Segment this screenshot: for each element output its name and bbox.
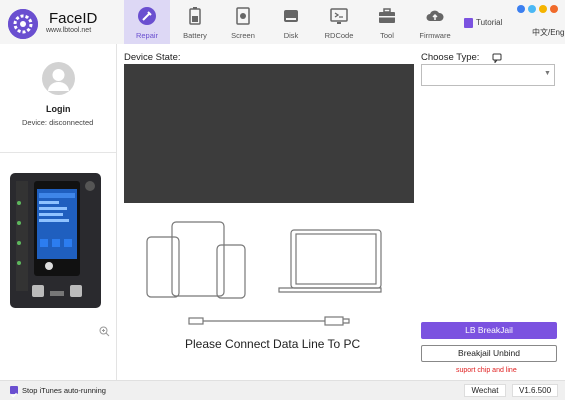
tab-screen[interactable]: Screen <box>220 0 266 44</box>
programmer-device-image <box>10 173 101 308</box>
device-state-label: Device State: <box>124 52 181 63</box>
screen-icon <box>236 7 250 25</box>
app-name: FaceID <box>49 10 98 27</box>
app-logo-icon <box>8 9 38 39</box>
stop-itunes-checkbox[interactable] <box>10 386 18 398</box>
tab-label: Repair <box>135 31 159 40</box>
chat-bubble-icon[interactable] <box>492 50 502 64</box>
tab-label: Firmware <box>419 31 451 40</box>
tab-label: RDCode <box>324 31 354 40</box>
wechat-button[interactable]: Wechat <box>464 384 506 397</box>
support-note: suport chip and line <box>456 367 517 374</box>
wrench-icon <box>138 7 156 25</box>
version-label: V1.6.500 <box>512 384 558 397</box>
device-status: Device: disconnected <box>22 118 94 127</box>
zoom-icon[interactable] <box>99 324 110 337</box>
rdcode-icon <box>330 8 348 24</box>
tab-label: Disk <box>283 31 299 40</box>
device-state-display <box>124 64 414 203</box>
divider <box>0 152 116 153</box>
chevron-down-icon[interactable]: ▼ <box>544 70 551 77</box>
type-select[interactable] <box>421 64 555 86</box>
user-icon <box>48 69 69 91</box>
tab-disk[interactable]: Disk <box>268 0 314 44</box>
tab-label: Battery <box>183 31 207 40</box>
close-button[interactable] <box>550 5 558 13</box>
tab-repair[interactable]: Repair <box>124 0 170 44</box>
tutorial-link[interactable]: Tutorial <box>476 18 502 27</box>
tab-firmware[interactable]: Firmware <box>412 0 458 44</box>
tab-label: Screen <box>231 31 255 40</box>
breakjail-unbind-button[interactable]: Breakjail Unbind <box>421 345 557 362</box>
toolbox-icon <box>379 8 395 23</box>
battery-icon <box>189 7 201 25</box>
lb-breakjail-button[interactable]: LB BreakJail <box>421 322 557 339</box>
stop-itunes-label[interactable]: Stop iTunes auto-running <box>22 386 106 395</box>
language-switch[interactable]: 中文/Eng <box>532 27 564 38</box>
tab-rdcode[interactable]: RDCode <box>316 0 362 44</box>
usb-cable-illustration <box>185 314 351 328</box>
tab-tool[interactable]: Tool <box>364 0 410 44</box>
avatar[interactable] <box>42 62 75 95</box>
devices-illustration <box>144 218 384 303</box>
checkmark-icon <box>11 392 17 398</box>
user-circle-icon[interactable] <box>517 5 525 13</box>
login-link[interactable]: Login <box>46 104 71 114</box>
settings-circle-icon[interactable] <box>528 5 536 13</box>
cloud-upload-icon <box>426 10 444 21</box>
minimize-button[interactable] <box>539 5 547 13</box>
tutorial-icon <box>464 18 473 28</box>
disk-icon <box>284 10 298 22</box>
tab-battery[interactable]: Battery <box>172 0 218 44</box>
connect-instruction: Please Connect Data Line To PC <box>185 337 361 351</box>
app-site: www.lbtool.net <box>46 27 92 34</box>
tab-label: Tool <box>380 31 394 40</box>
choose-type-label: Choose Type: <box>421 52 480 63</box>
